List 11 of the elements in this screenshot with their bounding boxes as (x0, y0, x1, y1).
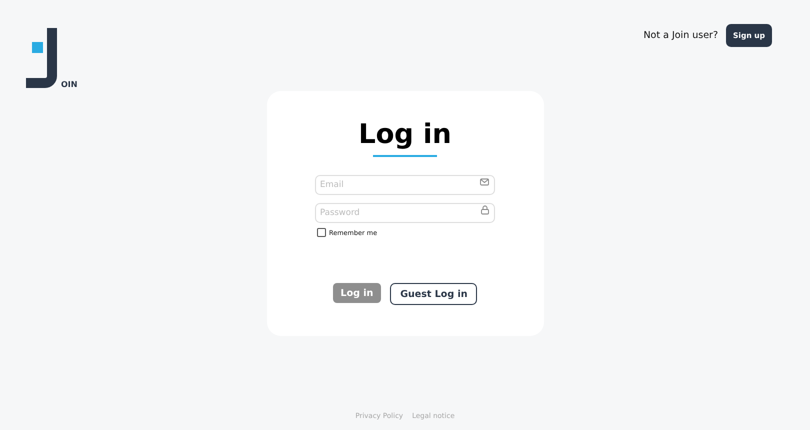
remember-checkbox[interactable] (317, 228, 326, 237)
login-title: Log in (358, 119, 452, 151)
guest-login-button[interactable]: Guest Log in (390, 283, 478, 305)
password-field[interactable]: Password (315, 203, 495, 223)
logo-text: OIN (61, 80, 78, 89)
lock-icon (481, 206, 489, 214)
signup-prompt: Not a Join user? (643, 30, 718, 41)
logo-icon (24, 28, 60, 90)
title-underline (373, 155, 437, 157)
email-field[interactable]: Email (315, 175, 495, 195)
mail-icon (480, 178, 489, 186)
